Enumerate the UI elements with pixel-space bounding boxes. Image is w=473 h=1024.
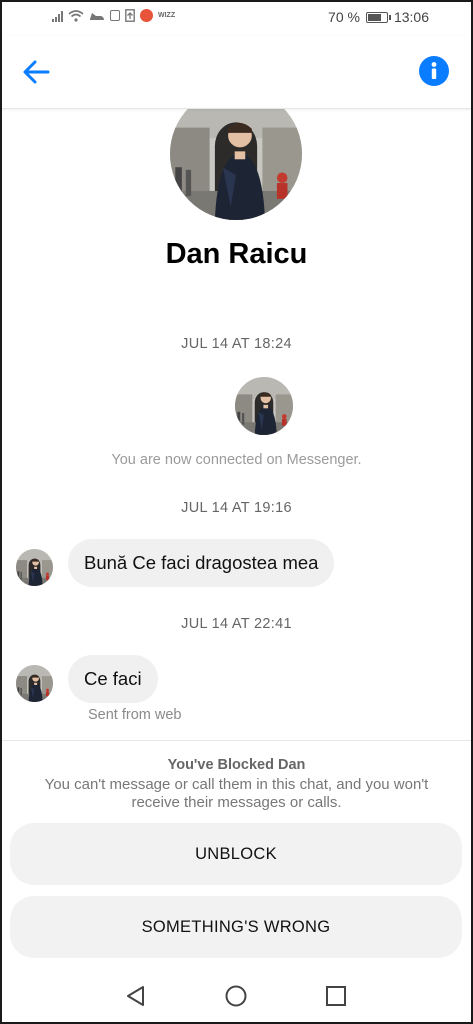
nav-home-button[interactable] [222, 982, 250, 1010]
blocked-title: You've Blocked Dan [167, 757, 306, 773]
something-wrong-button[interactable]: SOMETHING'S WRONG [10, 896, 462, 958]
wifi-icon [68, 9, 84, 22]
conversation-timestamp: JUL 14 AT 18:24 [181, 336, 292, 352]
battery-percent: 70 % [328, 9, 360, 25]
app-badge-icon [140, 9, 153, 22]
signal-icon [52, 10, 63, 22]
home-circle-icon [225, 985, 247, 1007]
nav-recents-button[interactable] [322, 982, 350, 1010]
profile-photo [235, 377, 293, 435]
chat-header [0, 36, 473, 109]
nav-back-button[interactable] [122, 982, 150, 1010]
conversation-timestamp: JUL 14 AT 22:41 [181, 616, 292, 632]
connected-notice: You are now connected on Messenger. [111, 452, 362, 468]
blocked-panel: You've Blocked Dan You can't message or … [0, 740, 473, 971]
sender-avatar[interactable] [16, 549, 53, 586]
clock: 13:06 [393, 9, 429, 25]
message-bubble[interactable]: Ce faci [68, 655, 158, 703]
conversation-timestamp: JUL 14 AT 19:16 [181, 500, 292, 516]
sender-avatar[interactable] [16, 665, 53, 702]
message-bubble[interactable]: Bună Ce faci dragostea mea [68, 539, 335, 587]
info-icon [431, 62, 437, 79]
back-triangle-icon [127, 986, 144, 1006]
sneaker-icon [90, 12, 104, 20]
blocked-description: You can't message or call them in this c… [44, 776, 429, 811]
system-nav-bar [0, 968, 473, 1024]
profile-photo [16, 549, 53, 586]
battery-icon [365, 11, 391, 23]
profile-photo [16, 665, 53, 702]
status-bar-notifications: WIZZ [52, 9, 175, 22]
status-bar-system: 70 % 13:06 [328, 9, 429, 25]
message-source-label: Sent from web [88, 707, 182, 723]
contact-name: Dan Raicu [165, 238, 308, 270]
recents-square-icon [326, 986, 346, 1006]
unblock-button[interactable]: UNBLOCK [10, 823, 462, 885]
wizz-icon: WIZZ [158, 12, 176, 19]
status-bar: WIZZ 70 % 13:06 [0, 0, 473, 34]
back-button[interactable] [16, 52, 56, 92]
app-notification-icon [110, 10, 120, 21]
back-arrow-icon [23, 60, 50, 84]
connected-avatar [235, 377, 293, 435]
info-button[interactable] [419, 56, 449, 86]
upload-icon [125, 9, 135, 22]
